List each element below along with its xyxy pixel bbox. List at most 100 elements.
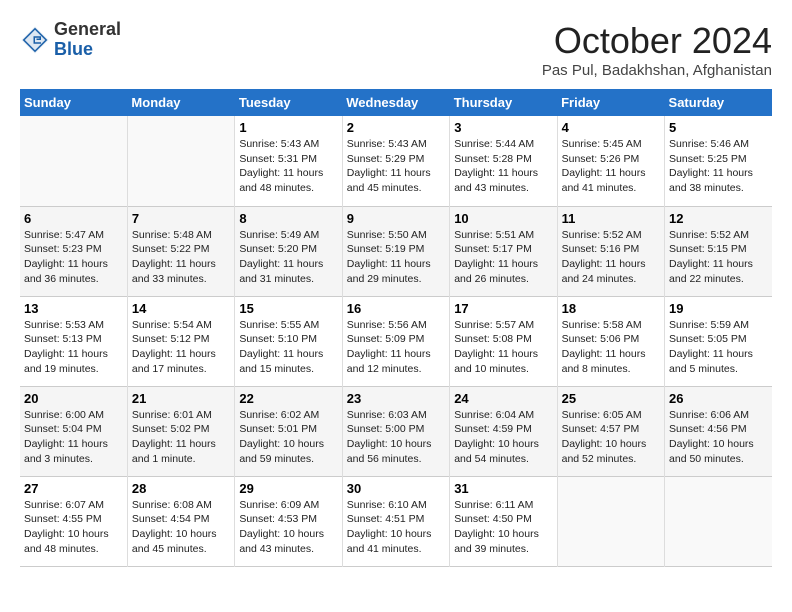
day-info: Sunrise: 5:53 AMSunset: 5:13 PMDaylight:… (24, 318, 123, 377)
calendar-cell: 2 Sunrise: 5:43 AMSunset: 5:29 PMDaylight… (342, 116, 449, 206)
logo: General Blue (20, 20, 121, 60)
calendar-cell: 12 Sunrise: 5:52 AMSunset: 5:15 PMDayligh… (665, 206, 772, 296)
calendar-cell: 27 Sunrise: 6:07 AMSunset: 4:55 PMDayligh… (20, 476, 127, 566)
day-number: 30 (347, 481, 445, 496)
day-number: 29 (239, 481, 337, 496)
calendar-week-row: 6 Sunrise: 5:47 AMSunset: 5:23 PMDaylight… (20, 206, 772, 296)
day-number: 23 (347, 391, 445, 406)
logo-text: General Blue (54, 20, 121, 60)
calendar-week-row: 1 Sunrise: 5:43 AMSunset: 5:31 PMDaylight… (20, 116, 772, 206)
location: Pas Pul, Badakhshan, Afghanistan (542, 62, 772, 79)
day-number: 13 (24, 301, 123, 316)
weekday-header-monday: Monday (127, 89, 234, 116)
day-number: 19 (669, 301, 768, 316)
day-info: Sunrise: 5:56 AMSunset: 5:09 PMDaylight:… (347, 318, 445, 377)
day-info: Sunrise: 6:07 AMSunset: 4:55 PMDaylight:… (24, 498, 123, 557)
day-number: 11 (562, 211, 660, 226)
day-info: Sunrise: 5:54 AMSunset: 5:12 PMDaylight:… (132, 318, 230, 377)
day-number: 2 (347, 120, 445, 135)
day-number: 18 (562, 301, 660, 316)
calendar-cell: 28 Sunrise: 6:08 AMSunset: 4:54 PMDayligh… (127, 476, 234, 566)
calendar-cell: 30 Sunrise: 6:10 AMSunset: 4:51 PMDayligh… (342, 476, 449, 566)
calendar-cell: 14Sunrise: 5:54 AMSunset: 5:12 PMDayligh… (127, 296, 234, 386)
day-info: Sunrise: 5:59 AMSunset: 5:05 PMDaylight:… (669, 318, 768, 377)
day-info: Sunrise: 6:11 AMSunset: 4:50 PMDaylight:… (454, 498, 552, 557)
day-info: Sunrise: 5:52 AMSunset: 5:16 PMDaylight:… (562, 228, 660, 287)
day-info: Sunrise: 5:48 AMSunset: 5:22 PMDaylight:… (132, 228, 230, 287)
calendar-cell: 22Sunrise: 6:02 AMSunset: 5:01 PMDayligh… (235, 386, 342, 476)
day-number: 27 (24, 481, 123, 496)
day-info: Sunrise: 5:45 AMSunset: 5:26 PMDaylight:… (562, 137, 660, 196)
calendar-cell: 23 Sunrise: 6:03 AMSunset: 5:00 PMDayligh… (342, 386, 449, 476)
calendar-cell: 6 Sunrise: 5:47 AMSunset: 5:23 PMDaylight… (20, 206, 127, 296)
logo-icon (20, 25, 50, 55)
day-info: Sunrise: 6:08 AMSunset: 4:54 PMDaylight:… (132, 498, 230, 557)
day-info: Sunrise: 5:43 AMSunset: 5:29 PMDaylight:… (347, 137, 445, 196)
calendar-cell: 10 Sunrise: 5:51 AMSunset: 5:17 PMDayligh… (450, 206, 557, 296)
day-info: Sunrise: 5:57 AMSunset: 5:08 PMDaylight:… (454, 318, 552, 377)
day-info: Sunrise: 5:51 AMSunset: 5:17 PMDaylight:… (454, 228, 552, 287)
day-info: Sunrise: 5:43 AMSunset: 5:31 PMDaylight:… (239, 137, 337, 196)
calendar-cell: 1 Sunrise: 5:43 AMSunset: 5:31 PMDaylight… (235, 116, 342, 206)
calendar-cell: 11 Sunrise: 5:52 AMSunset: 5:16 PMDayligh… (557, 206, 664, 296)
day-info: Sunrise: 5:50 AMSunset: 5:19 PMDaylight:… (347, 228, 445, 287)
day-info: Sunrise: 5:46 AMSunset: 5:25 PMDaylight:… (669, 137, 768, 196)
calendar-cell: 4Sunrise: 5:45 AMSunset: 5:26 PMDaylight… (557, 116, 664, 206)
day-info: Sunrise: 6:10 AMSunset: 4:51 PMDaylight:… (347, 498, 445, 557)
calendar-cell: 26 Sunrise: 6:06 AMSunset: 4:56 PMDayligh… (665, 386, 772, 476)
day-number: 12 (669, 211, 768, 226)
day-number: 16 (347, 301, 445, 316)
day-number: 28 (132, 481, 230, 496)
calendar-cell: 21 Sunrise: 6:01 AMSunset: 5:02 PMDayligh… (127, 386, 234, 476)
calendar-cell: 18 Sunrise: 5:58 AMSunset: 5:06 PMDayligh… (557, 296, 664, 386)
day-number: 15 (239, 301, 337, 316)
day-number: 8 (239, 211, 337, 226)
day-info: Sunrise: 5:55 AMSunset: 5:10 PMDaylight:… (239, 318, 337, 377)
title-block: October 2024 Pas Pul, Badakhshan, Afghan… (542, 20, 772, 79)
day-info: Sunrise: 6:05 AMSunset: 4:57 PMDaylight:… (562, 408, 660, 467)
day-info: Sunrise: 6:09 AMSunset: 4:53 PMDaylight:… (239, 498, 337, 557)
calendar-cell: 5 Sunrise: 5:46 AMSunset: 5:25 PMDaylight… (665, 116, 772, 206)
day-number: 6 (24, 211, 123, 226)
day-number: 26 (669, 391, 768, 406)
day-number: 21 (132, 391, 230, 406)
day-number: 31 (454, 481, 552, 496)
day-info: Sunrise: 5:44 AMSunset: 5:28 PMDaylight:… (454, 137, 552, 196)
calendar-week-row: 27 Sunrise: 6:07 AMSunset: 4:55 PMDayligh… (20, 476, 772, 566)
weekday-header-friday: Friday (557, 89, 664, 116)
calendar-cell: 15 Sunrise: 5:55 AMSunset: 5:10 PMDayligh… (235, 296, 342, 386)
calendar-cell: 8 Sunrise: 5:49 AMSunset: 5:20 PMDaylight… (235, 206, 342, 296)
day-info: Sunrise: 5:58 AMSunset: 5:06 PMDaylight:… (562, 318, 660, 377)
day-number: 24 (454, 391, 552, 406)
weekday-header-tuesday: Tuesday (235, 89, 342, 116)
calendar-cell: 24Sunrise: 6:04 AMSunset: 4:59 PMDayligh… (450, 386, 557, 476)
month-title: October 2024 (542, 20, 772, 62)
day-info: Sunrise: 6:01 AMSunset: 5:02 PMDaylight:… (132, 408, 230, 467)
calendar-cell (20, 116, 127, 206)
calendar-cell: 29 Sunrise: 6:09 AMSunset: 4:53 PMDayligh… (235, 476, 342, 566)
day-number: 3 (454, 120, 552, 135)
day-number: 9 (347, 211, 445, 226)
day-number: 5 (669, 120, 768, 135)
calendar-cell: 7 Sunrise: 5:48 AMSunset: 5:22 PMDaylight… (127, 206, 234, 296)
weekday-header-wednesday: Wednesday (342, 89, 449, 116)
calendar-cell: 3 Sunrise: 5:44 AMSunset: 5:28 PMDaylight… (450, 116, 557, 206)
page-header: General Blue October 2024 Pas Pul, Badak… (20, 20, 772, 79)
calendar-cell (557, 476, 664, 566)
day-number: 22 (239, 391, 337, 406)
day-number: 25 (562, 391, 660, 406)
day-info: Sunrise: 5:49 AMSunset: 5:20 PMDaylight:… (239, 228, 337, 287)
weekday-header-thursday: Thursday (450, 89, 557, 116)
calendar-cell: 31 Sunrise: 6:11 AMSunset: 4:50 PMDayligh… (450, 476, 557, 566)
day-number: 1 (239, 120, 337, 135)
day-info: Sunrise: 5:52 AMSunset: 5:15 PMDaylight:… (669, 228, 768, 287)
day-number: 7 (132, 211, 230, 226)
day-number: 10 (454, 211, 552, 226)
day-info: Sunrise: 6:06 AMSunset: 4:56 PMDaylight:… (669, 408, 768, 467)
calendar-cell: 9 Sunrise: 5:50 AMSunset: 5:19 PMDaylight… (342, 206, 449, 296)
day-number: 17 (454, 301, 552, 316)
day-info: Sunrise: 5:47 AMSunset: 5:23 PMDaylight:… (24, 228, 123, 287)
calendar-week-row: 20Sunrise: 6:00 AMSunset: 5:04 PMDayligh… (20, 386, 772, 476)
day-info: Sunrise: 6:03 AMSunset: 5:00 PMDaylight:… (347, 408, 445, 467)
calendar-cell: 25 Sunrise: 6:05 AMSunset: 4:57 PMDayligh… (557, 386, 664, 476)
